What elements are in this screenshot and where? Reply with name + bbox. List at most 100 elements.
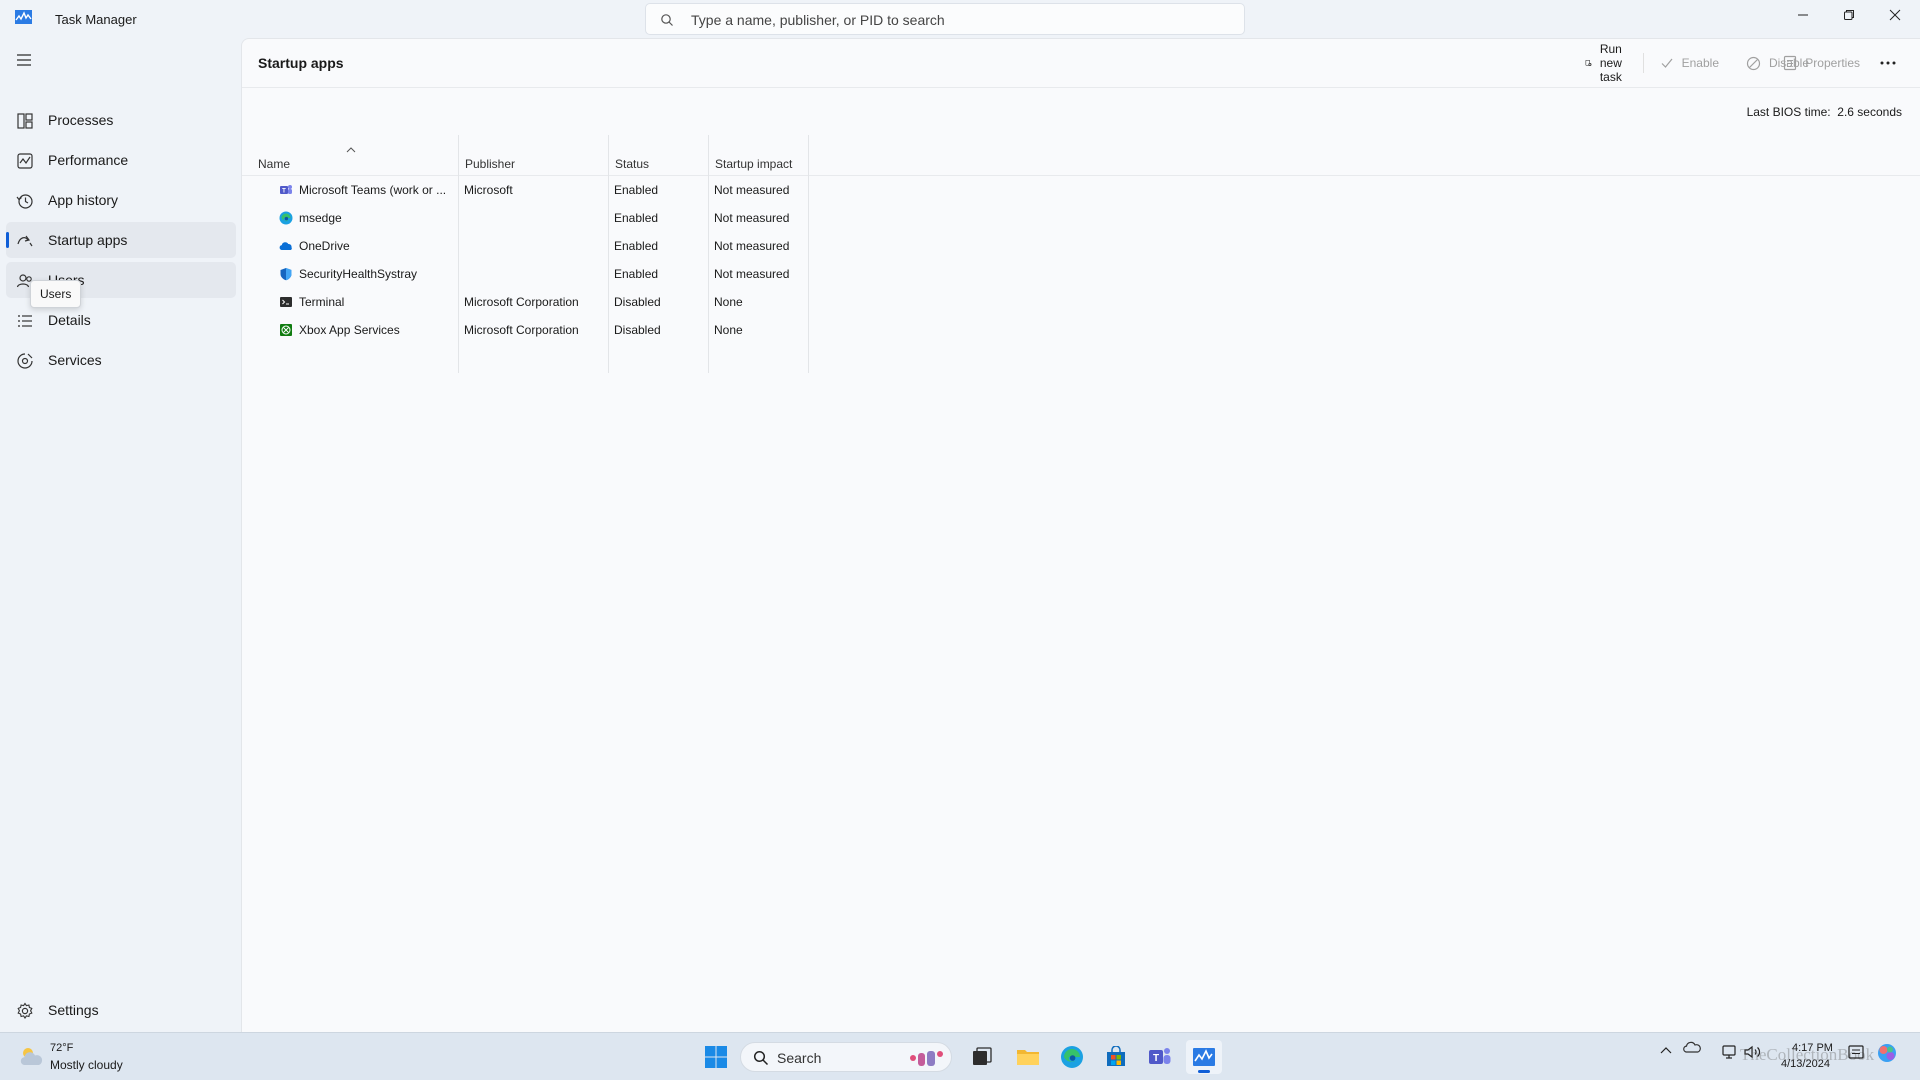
teams-icon: T [280,185,292,195]
processes-icon [17,113,33,129]
terminal-icon [280,297,292,307]
table-row[interactable]: T Microsoft Teams (work or ... Microsoft… [242,176,808,204]
cell-status: Disabled [614,295,661,309]
taskbar: 72°F Mostly cloudy Search T TheCollectio… [0,1032,1920,1080]
close-button[interactable] [1872,0,1918,30]
tray-copilot[interactable] [1876,1042,1898,1067]
shield-icon [280,268,292,281]
copilot-icon [1878,1044,1896,1062]
sidebar-item-startup-apps[interactable]: Startup apps [6,222,236,258]
onedrive-icon [279,242,292,250]
folder-icon [1017,1050,1039,1065]
sidebar-item-label: Details [48,312,91,328]
column-header-name[interactable]: Name [252,135,459,175]
taskbar-search[interactable]: Search [740,1042,952,1072]
hamburger-button[interactable] [12,48,36,72]
show-hidden-icons-button[interactable] [1660,1045,1672,1059]
properties-button[interactable]: Properties [1783,50,1860,76]
services-icon [17,353,33,369]
app-history-icon [16,194,33,209]
restore-button[interactable] [1826,0,1872,30]
sidebar-item-app-history[interactable]: App history [6,182,236,218]
sidebar-item-performance[interactable]: Performance [6,142,236,178]
enable-button[interactable]: Enable [1660,50,1719,76]
search-icon [753,1050,769,1066]
taskbar-edge[interactable] [1054,1040,1090,1074]
gear-icon [17,1002,33,1019]
cell-name: msedge [299,211,342,225]
tray-onedrive[interactable] [1682,1039,1702,1058]
minimize-button[interactable] [1780,0,1826,30]
column-separator [708,175,709,373]
search-input[interactable] [691,10,1231,30]
search-box[interactable] [645,3,1245,35]
clock-date: 4/13/2024 [1781,1058,1830,1070]
cell-name: OneDrive [299,239,350,253]
settings-label: Settings [48,1002,99,1018]
cell-status: Enabled [614,239,659,253]
minimize-icon [1798,14,1808,16]
taskbar-file-explorer[interactable] [1010,1040,1046,1074]
active-indicator [6,232,9,248]
cloud-icon [1683,1041,1701,1053]
cell-status: Enabled [614,183,659,197]
table-row[interactable]: msedge Enabled Not measured [242,204,808,232]
clock-time: 4:17 PM [1792,1042,1833,1054]
taskbar-task-manager[interactable] [1186,1040,1222,1074]
taskbar-teams[interactable]: T [1142,1040,1178,1074]
column-header-label: Startup impact [715,157,793,171]
sidebar-item-settings[interactable]: Settings [6,992,236,1028]
xbox-icon [280,324,292,336]
taskbar-store[interactable] [1098,1040,1134,1074]
app-title: Task Manager [55,12,137,27]
task-view-icon [973,1047,992,1065]
cell-status: Enabled [614,211,659,225]
search-highlight-icon [910,1051,943,1066]
page-title: Startup apps [258,55,344,71]
table-row[interactable]: OneDrive Enabled Not measured [242,232,808,260]
table-row[interactable]: SecurityHealthSystray Enabled Not measur… [242,260,808,288]
cell-startup-impact: Not measured [714,239,790,253]
chevron-up-icon [1660,1047,1672,1054]
cell-publisher: Microsoft Corporation [464,295,579,309]
svg-text:T: T [282,189,286,195]
column-header-startup-impact[interactable]: Startup impact [709,135,809,175]
sidebar-item-services[interactable]: Services [6,342,236,378]
more-options-button[interactable] [1880,50,1904,76]
column-separator [808,175,809,373]
details-icon [18,315,32,327]
column-header-status[interactable]: Status [609,135,709,175]
tray-network[interactable] [1722,1045,1740,1062]
cell-status: Enabled [614,267,659,281]
windows-start-icon [705,1046,727,1068]
cell-name: Terminal [299,295,345,309]
weather-description: Mostly cloudy [50,1058,123,1072]
properties-icon [1784,55,1797,71]
more-icon [1880,61,1896,65]
column-header-publisher[interactable]: Publisher [459,135,609,175]
check-icon [1661,58,1673,68]
hamburger-icon [17,54,31,66]
sidebar-item-label: App history [48,192,119,208]
network-icon [1722,1045,1736,1059]
cell-startup-impact: None [714,295,743,309]
cloudy-weather-icon [20,1048,43,1065]
tray-notifications[interactable] [1848,1045,1864,1062]
enable-label: Enable [1681,56,1719,70]
notification-icon [1848,1045,1864,1059]
sort-ascending-icon [346,147,356,153]
cell-publisher: Microsoft [464,183,513,197]
taskbar-search-label: Search [777,1050,822,1066]
svg-text:T: T [1153,1053,1159,1064]
tooltip: Users [30,280,82,308]
run-new-task-button[interactable]: Run new task [1585,42,1631,84]
cell-name: Xbox App Services [299,323,400,337]
run-new-task-icon [1585,59,1592,67]
cell-startup-impact: Not measured [714,211,790,225]
table-row[interactable]: Terminal Microsoft Corporation Disabled … [242,288,808,316]
sidebar-item-processes[interactable]: Processes [6,102,236,138]
table-row[interactable]: Xbox App Services Microsoft Corporation … [242,316,808,344]
taskbar-task-view[interactable] [964,1040,1000,1074]
start-button[interactable] [698,1040,734,1074]
bios-time-value: 2.6 seconds [1837,105,1902,119]
